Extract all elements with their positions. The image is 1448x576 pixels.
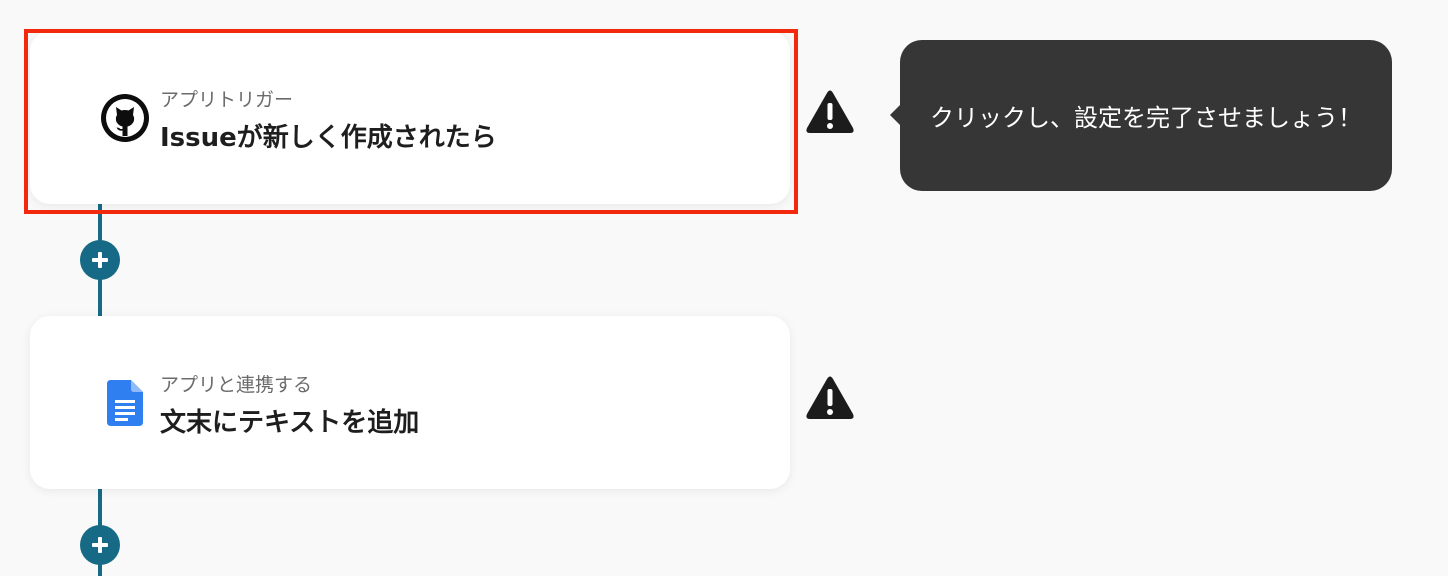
tooltip-text: クリックし、設定を完了させましょう！	[930, 104, 1362, 132]
add-step-button[interactable]	[80, 240, 120, 280]
add-step-button[interactable]	[80, 525, 120, 565]
action-step-card[interactable]: アプリと連携する 文末にテキストを追加	[30, 316, 790, 489]
warning-icon[interactable]	[805, 89, 855, 135]
github-icon	[100, 93, 150, 143]
trigger-step-card[interactable]: アプリトリガー Issueが新しく作成されたら	[30, 31, 790, 204]
warning-icon[interactable]	[805, 375, 855, 421]
plus-icon	[92, 537, 108, 553]
step-type-label: アプリトリガー	[160, 89, 294, 111]
setup-tooltip: クリックし、設定を完了させましょう！	[890, 40, 1392, 191]
plus-icon	[92, 252, 108, 268]
step-title: Issueが新しく作成されたら	[160, 123, 497, 153]
google-docs-icon	[100, 378, 150, 428]
step-type-label: アプリと連携する	[160, 374, 313, 396]
step-title: 文末にテキストを追加	[160, 408, 420, 438]
